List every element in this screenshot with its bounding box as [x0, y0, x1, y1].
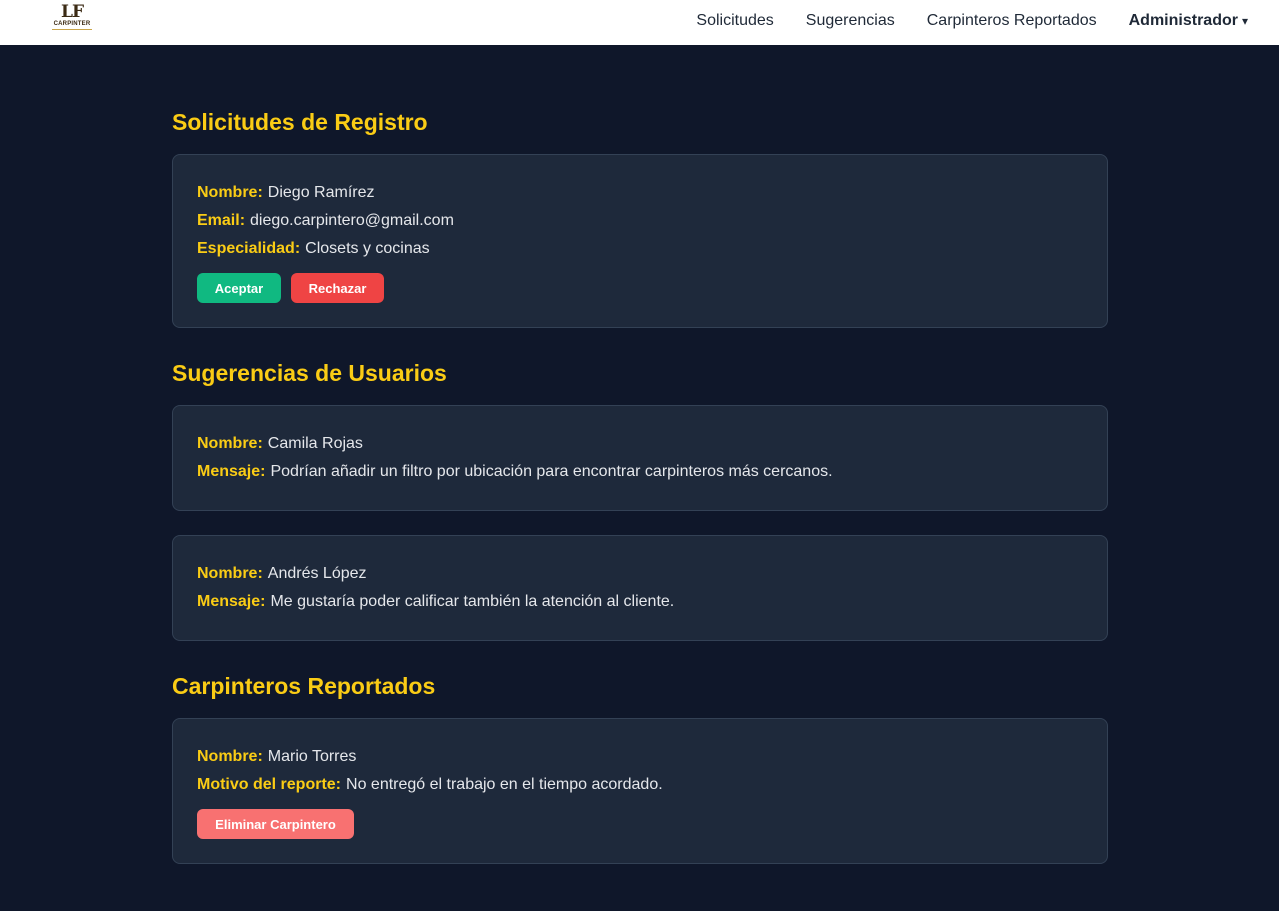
- section-title-reportados: Carpinteros Reportados: [172, 673, 436, 699]
- reported-name-row: Nombre: Mario Torres: [197, 743, 1083, 771]
- request-name-label: Nombre:: [197, 184, 263, 201]
- nav-links: Solicitudes Sugerencias Carpinteros Repo…: [696, 0, 1248, 45]
- admin-menu[interactable]: Administrador ▾: [1129, 12, 1248, 30]
- suggestion-message-value: Me gustaría poder calificar también la a…: [270, 593, 675, 610]
- suggestion-name-label: Nombre:: [197, 565, 263, 582]
- request-card: Nombre: Diego Ramírez Email: diego.carpint…: [172, 154, 1108, 328]
- suggestion-name-value: Camila Rojas: [267, 435, 363, 452]
- logo-underline: [52, 29, 92, 30]
- suggestion-message-label: Mensaje:: [197, 463, 266, 480]
- suggestion-name-row: Nombre: Camila Rojas: [197, 430, 1083, 458]
- suggestion-name-label: Nombre:: [197, 435, 263, 452]
- request-email-value: diego.carpintero@gmail.com: [250, 212, 454, 229]
- request-specialty-value: Closets y cocinas: [305, 240, 430, 257]
- request-specialty-label: Especialidad:: [197, 240, 301, 257]
- suggestion-message-label: Mensaje:: [197, 593, 266, 610]
- request-name-value: Diego Ramírez: [267, 184, 375, 201]
- reported-card: Nombre: Mario Torres Motivo del reporte: N…: [172, 718, 1108, 864]
- navbar: LF CARPINTER Solicitudes Sugerencias Car…: [0, 0, 1279, 45]
- request-email-label: Email:: [197, 212, 246, 229]
- reported-name-label: Nombre:: [197, 748, 263, 765]
- admin-menu-label: Administrador: [1128, 11, 1238, 29]
- reported-reason-label: Motivo del reporte:: [197, 776, 342, 793]
- request-name-row: Nombre: Diego Ramírez: [197, 179, 1083, 207]
- request-email-row: Email: diego.carpintero@gmail.com: [197, 207, 1083, 235]
- section-title-sugerencias: Sugerencias de Usuarios: [172, 360, 447, 386]
- nav-link-sugerencias[interactable]: Sugerencias: [806, 12, 895, 30]
- reported-name-value: Mario Torres: [267, 748, 357, 765]
- nav-link-carpinteros-reportados[interactable]: Carpinteros Reportados: [927, 12, 1097, 30]
- suggestion-message-value: Podrían añadir un filtro por ubicación p…: [270, 463, 833, 480]
- suggestion-message-row: Mensaje: Me gustaría poder calificar tamb…: [197, 588, 1083, 616]
- reported-reason-value: No entregó el trabajo en el tiempo acord…: [346, 776, 663, 793]
- reported-actions: Eliminar Carpintero: [197, 809, 1083, 839]
- section-title-solicitudes: Solicitudes de Registro: [172, 109, 428, 135]
- suggestion-name-value: Andrés López: [267, 565, 367, 582]
- delete-carpenter-button[interactable]: Eliminar Carpintero: [197, 809, 354, 839]
- reject-button[interactable]: Rechazar: [291, 273, 384, 303]
- nav-link-solicitudes[interactable]: Solicitudes: [696, 12, 773, 30]
- suggestion-card: Nombre: Camila Rojas Mensaje: Podrían añad…: [172, 405, 1108, 511]
- brand-logo[interactable]: LF CARPINTER: [50, 3, 94, 31]
- logo-mark: LF: [60, 2, 84, 22]
- accept-button[interactable]: Aceptar: [197, 273, 281, 303]
- chevron-down-icon: ▾: [1241, 13, 1248, 28]
- suggestion-name-row: Nombre: Andrés López: [197, 560, 1083, 588]
- request-actions: Aceptar Rechazar: [197, 273, 1083, 303]
- logo-subtitle: CARPINTER: [53, 21, 91, 27]
- reported-reason-row: Motivo del reporte: No entregó el trabajo…: [197, 771, 1083, 799]
- request-specialty-row: Especialidad: Closets y cocinas: [197, 235, 1083, 263]
- suggestion-card: Nombre: Andrés López Mensaje: Me gustaría …: [172, 535, 1108, 641]
- suggestion-message-row: Mensaje: Podrían añadir un filtro por ubi…: [197, 458, 1083, 486]
